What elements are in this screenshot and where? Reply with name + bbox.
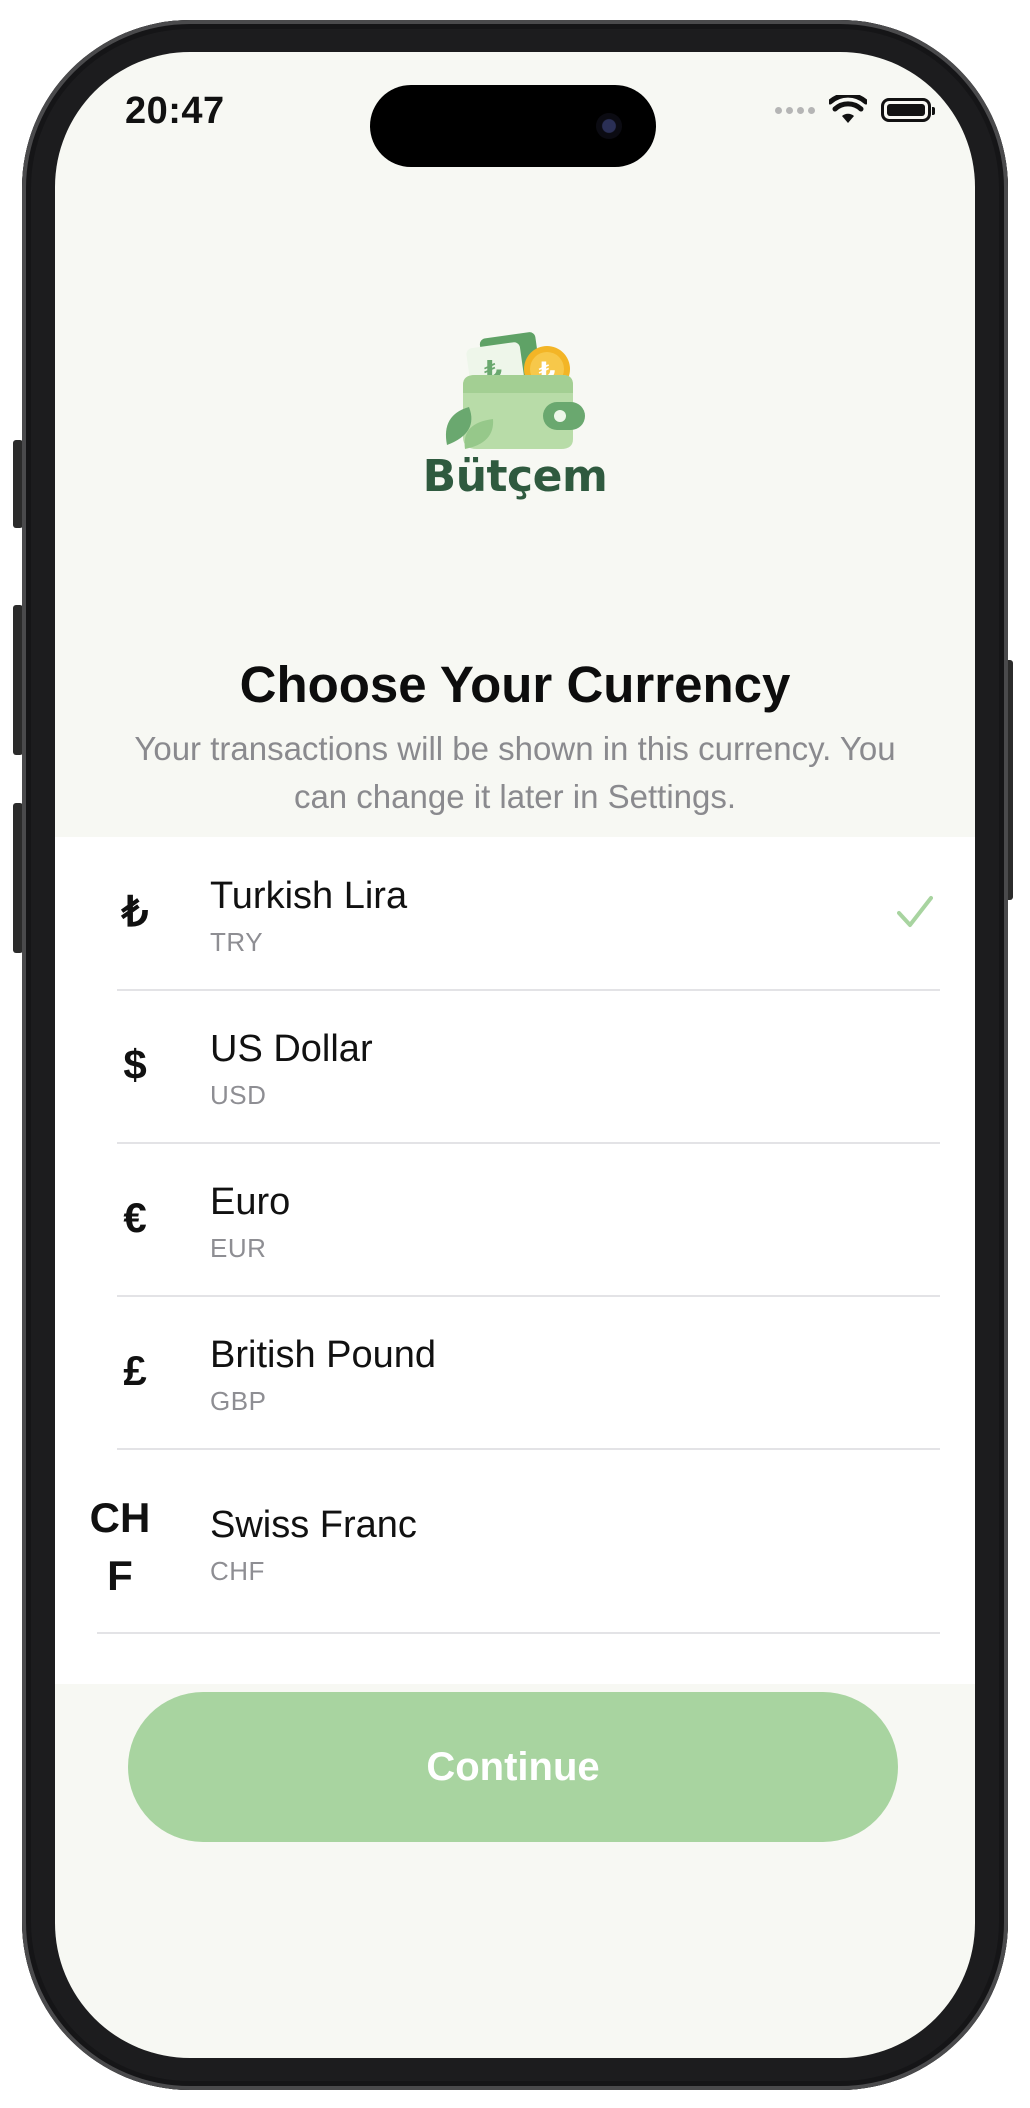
device: 20:47 ₺ ₺ Bütçem Choose Your Currency Yo… [0, 0, 1030, 2108]
wifi-icon [829, 95, 867, 123]
camera-icon [596, 113, 622, 139]
currency-code: GBP [210, 1386, 267, 1416]
currency-code: TRY [210, 927, 264, 957]
currency-code: EUR [210, 1233, 267, 1263]
currency-name: US Dollar [210, 1028, 373, 1070]
screen: 20:47 ₺ ₺ Bütçem Choose Your Currency Yo… [55, 52, 975, 2058]
page-title: Choose Your Currency [239, 656, 791, 713]
currency-list: ₺ Turkish Lira TRY $ US Dollar USD € Eur… [55, 837, 975, 1684]
checkmark-icon [897, 896, 933, 927]
currency-symbol: CHF [89, 1494, 151, 1599]
status-time: 20:47 [125, 90, 225, 132]
currency-row-try[interactable]: ₺ Turkish Lira TRY [55, 837, 975, 990]
currency-row-chf[interactable]: CHF Swiss Franc CHF [55, 1449, 975, 1633]
status-icons [775, 92, 935, 128]
app-logo: ₺ ₺ Bütçem [55, 327, 975, 502]
currency-code: USD [210, 1080, 267, 1110]
currency-name: Euro [210, 1181, 291, 1223]
page-subtitle: Your transactions will be shown in this … [134, 730, 896, 815]
currency-symbol: ₺ [121, 888, 149, 935]
battery-icon [881, 98, 935, 122]
currency-name: Swiss Franc [210, 1504, 417, 1546]
dynamic-island [370, 85, 656, 167]
currency-symbol: € [123, 1194, 147, 1241]
divider [97, 1632, 940, 1634]
currency-name: Turkish Lira [210, 875, 408, 917]
currency-row-usd[interactable]: $ US Dollar USD [55, 990, 975, 1143]
currency-symbol: $ [123, 1041, 147, 1088]
currency-name: British Pound [210, 1334, 437, 1376]
signal-dots-icon [775, 106, 815, 114]
continue-button[interactable]: Continue [128, 1692, 898, 1842]
currency-symbol: £ [123, 1347, 147, 1394]
brand-name: Bütçem [422, 451, 608, 502]
currency-code: CHF [210, 1556, 265, 1586]
wallet-icon: ₺ ₺ [445, 332, 585, 449]
currency-row-eur[interactable]: € Euro EUR [55, 1143, 975, 1296]
currency-row-gbp[interactable]: £ British Pound GBP [55, 1296, 975, 1449]
